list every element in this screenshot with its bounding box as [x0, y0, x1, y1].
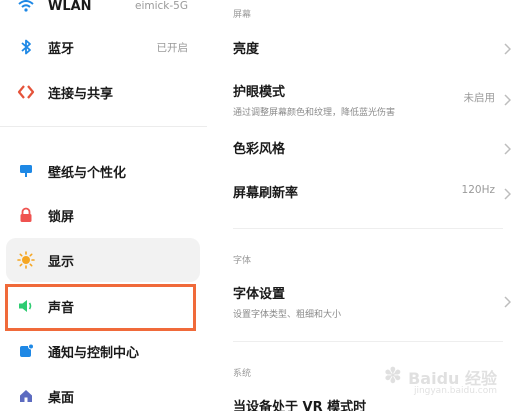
sun-icon — [16, 250, 36, 270]
chevron-right-icon — [503, 140, 512, 159]
section-divider — [233, 341, 503, 342]
sound-highlight-box — [5, 284, 196, 331]
sidebar-item-desktop[interactable]: 桌面 — [6, 374, 200, 411]
setting-value: 未启用 — [463, 92, 496, 104]
sidebar-item-label: 显示 — [48, 254, 75, 270]
setting-vr-mode[interactable]: 当设备处于 VR 模式时 — [233, 396, 515, 411]
setting-brightness[interactable]: 亮度 — [233, 38, 515, 58]
setting-font[interactable]: 字体设置 设置字体类型、粗细和大小 — [233, 283, 515, 320]
sidebar-item-label: WLAN — [48, 0, 92, 14]
chevron-right-icon — [503, 40, 512, 59]
setting-title: 字体设置 — [233, 287, 286, 302]
sidebar-item-bluetooth[interactable]: 蓝牙 已开启 — [6, 25, 200, 69]
sidebar-item-wallpaper[interactable]: 壁纸与个性化 — [6, 149, 200, 193]
baidu-paw-icon: ✽ — [383, 364, 403, 389]
wifi-icon — [16, 0, 36, 16]
chevron-right-icon — [503, 91, 512, 110]
sidebar-item-wlan[interactable]: WLAN eimick-5G — [6, 0, 200, 28]
sidebar-item-value: eimick-5G — [135, 0, 188, 12]
sidebar-item-label: 连接与共享 — [48, 86, 114, 102]
lock-icon — [16, 205, 36, 225]
chevron-right-icon — [503, 185, 512, 204]
sidebar-item-label: 桌面 — [48, 390, 75, 406]
wallpaper-icon — [16, 161, 36, 181]
watermark-subtext: jingyan.baidu.com — [413, 386, 497, 396]
sidebar-item-label: 壁纸与个性化 — [48, 165, 127, 181]
watermark-text: Baidu 经验 — [408, 368, 497, 388]
bluetooth-icon — [16, 37, 36, 57]
section-header-font: 字体 — [233, 256, 252, 266]
sidebar-divider — [0, 126, 207, 127]
setting-eye-care[interactable]: 护眼模式 通过调整屏幕颜色和纹理，降低蓝光伤害 未启用 — [233, 81, 515, 118]
setting-title: 亮度 — [233, 42, 260, 57]
setting-value: 120Hz — [461, 184, 495, 196]
setting-color-style[interactable]: 色彩风格 — [233, 138, 515, 158]
sidebar-item-label: 通知与控制中心 — [48, 345, 140, 361]
sidebar-item-lockscreen[interactable]: 锁屏 — [6, 193, 200, 237]
settings-sidebar: WLAN eimick-5G 蓝牙 已开启 连接与共享 壁纸与个性化 锁屏 显示 — [0, 0, 207, 411]
chevron-right-icon — [503, 293, 512, 312]
sidebar-item-connection[interactable]: 连接与共享 — [6, 70, 200, 114]
home-icon — [16, 386, 36, 406]
sidebar-item-display[interactable]: 显示 — [6, 238, 200, 282]
sidebar-item-value: 已开启 — [156, 41, 189, 54]
section-header-screen: 屏幕 — [233, 10, 252, 20]
baidu-watermark: ✽ Baidu 经验 jingyan.baidu.com — [383, 364, 497, 396]
display-settings-panel: 屏幕 亮度 护眼模式 通过调整屏幕颜色和纹理，降低蓝光伤害 未启用 色彩风格 屏… — [207, 0, 515, 411]
sidebar-item-label: 锁屏 — [48, 209, 75, 225]
section-header-system: 系统 — [233, 369, 252, 379]
setting-subtitle: 通过调整屏幕颜色和纹理，降低蓝光伤害 — [233, 108, 396, 118]
setting-title: 当设备处于 VR 模式时 — [233, 400, 367, 411]
section-divider — [233, 228, 503, 229]
sidebar-item-label: 蓝牙 — [48, 41, 75, 57]
setting-subtitle: 设置字体类型、粗细和大小 — [233, 310, 342, 320]
setting-title: 色彩风格 — [233, 142, 286, 157]
setting-refresh-rate[interactable]: 屏幕刷新率 120Hz — [233, 182, 515, 202]
notification-icon — [16, 341, 36, 361]
sidebar-item-notifications[interactable]: 通知与控制中心 — [6, 329, 200, 373]
share-icon — [16, 82, 36, 102]
